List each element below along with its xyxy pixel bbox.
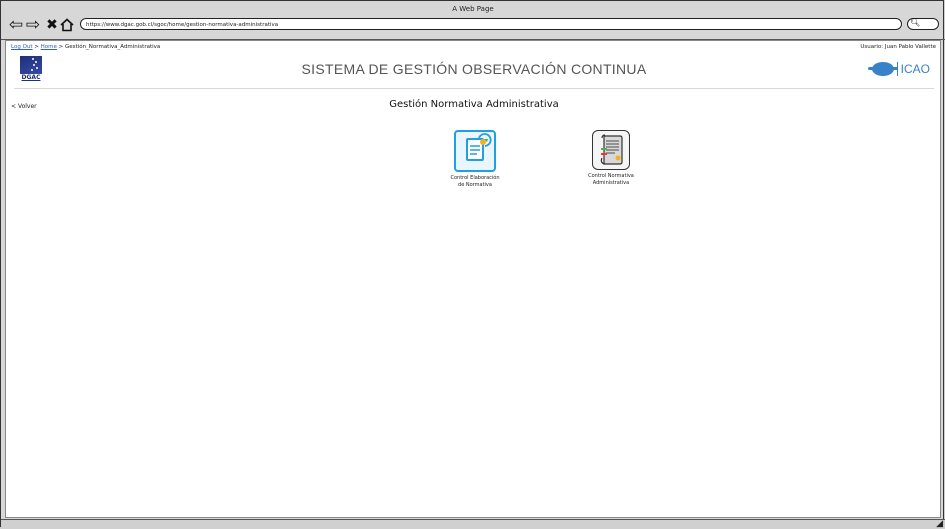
user-label: Usuario: Juan Pablo Vallette	[860, 44, 936, 50]
url-input[interactable]: https://www.dgac.gob.cl/sgoc/home/gestio…	[80, 18, 902, 30]
tile-label-line2: de Normativa	[458, 181, 492, 188]
browser-toolbar: ⇦ ⇨ ✖ https://www.dgac.gob.cl/sgoc/home/…	[1, 15, 945, 37]
app-header: DGAC SISTEMA DE GESTIÓN OBSERVACIÓN CONT…	[14, 52, 934, 89]
system-title: SISTEMA DE GESTIÓN OBSERVACIÓN CONTINUA	[301, 61, 647, 77]
home-link[interactable]: Home	[41, 44, 57, 50]
page-title: Gestión Normativa Administrativa	[389, 99, 559, 110]
document-refresh-icon	[454, 130, 496, 172]
icao-emblem-icon	[867, 62, 898, 76]
back-arrow-icon[interactable]: ⇦	[8, 15, 24, 35]
forward-arrow-icon[interactable]: ⇨	[25, 15, 41, 35]
breadcrumb-current: Gestión_Normativa_Administrativa	[65, 44, 161, 50]
scroll-list-icon	[592, 130, 630, 170]
home-icon[interactable]	[59, 16, 75, 34]
icao-logo: ICAO	[867, 62, 930, 76]
search-field[interactable]: 🔍︎	[907, 18, 939, 30]
tile-control-normativa[interactable]: Control Normativa Administrativa	[571, 130, 651, 186]
breadcrumb: Log Out > Home > Gestión_Normativa_Admin…	[11, 44, 160, 50]
logout-link[interactable]: Log Out	[11, 44, 33, 50]
close-icon[interactable]: ✖	[44, 16, 60, 34]
search-icon: 🔍︎	[910, 18, 921, 27]
icao-logo-text: ICAO	[900, 62, 930, 76]
browser-window: A Web Page ⇦ ⇨ ✖ https://www.dgac.gob.cl…	[0, 0, 945, 529]
window-title: A Web Page	[452, 5, 494, 13]
page-viewport: Log Out > Home > Gestión_Normativa_Admin…	[5, 40, 941, 518]
tile-control-elaboracion[interactable]: Control Elaboración de Normativa	[435, 130, 515, 188]
tile-label-line2: Administrativa	[592, 179, 630, 186]
